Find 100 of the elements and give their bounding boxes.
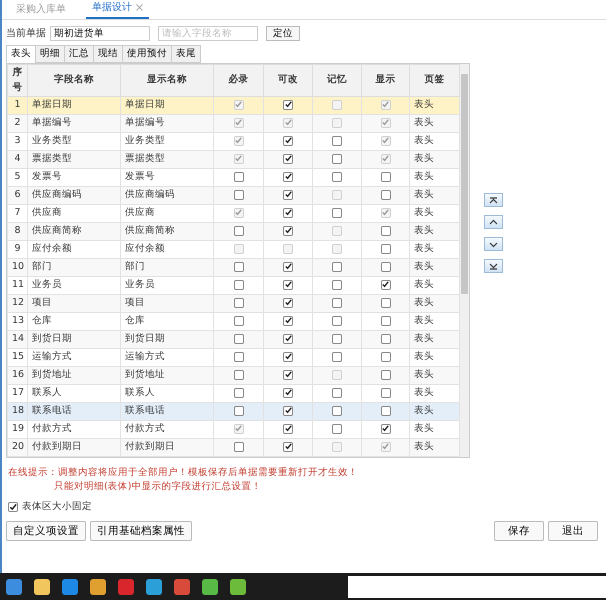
hint-label: 在线提示： (8, 466, 58, 478)
checkbox[interactable] (380, 334, 390, 344)
checkbox[interactable] (283, 442, 293, 452)
checkbox[interactable] (380, 352, 390, 362)
field-name-cell: 应付余额 (28, 240, 120, 258)
checkbox[interactable] (332, 262, 342, 272)
checkbox[interactable] (380, 190, 390, 200)
checkbox[interactable] (283, 226, 293, 236)
taskbar-search-field[interactable] (348, 576, 606, 598)
checkbox[interactable] (283, 172, 293, 182)
app-icon[interactable] (6, 578, 22, 594)
page-cell: 表头 (410, 294, 460, 312)
action-button[interactable]: 引用基础档案属性 (90, 520, 192, 540)
checkbox[interactable] (234, 370, 244, 380)
app-icon[interactable] (90, 578, 106, 594)
checkbox[interactable] (283, 424, 293, 434)
field-name-cell: 供应商 (28, 204, 120, 222)
section-tab[interactable]: 表尾 (171, 45, 201, 64)
checkbox[interactable] (380, 262, 390, 272)
checkbox[interactable] (332, 388, 342, 398)
checkbox[interactable] (234, 190, 244, 200)
checkbox[interactable] (283, 298, 293, 308)
checkbox[interactable] (380, 226, 390, 236)
checkbox[interactable] (283, 208, 293, 218)
display-name-cell: 供应商简称 (120, 222, 214, 240)
row-number: 10 (8, 258, 28, 276)
checkbox[interactable] (332, 280, 342, 290)
checkbox[interactable] (283, 388, 293, 398)
app-icon[interactable] (62, 578, 78, 594)
checkbox[interactable] (332, 406, 342, 416)
document-field[interactable]: 期初进货单 (50, 26, 150, 41)
checkbox[interactable] (234, 280, 244, 290)
action-button[interactable]: 退出 (548, 520, 598, 540)
close-icon[interactable] (136, 4, 143, 11)
checkbox[interactable] (234, 226, 244, 236)
checkbox[interactable] (283, 190, 293, 200)
checkbox[interactable] (283, 316, 293, 326)
checkbox[interactable] (234, 172, 244, 182)
checkbox[interactable] (283, 280, 293, 290)
section-tab[interactable]: 汇总 (64, 45, 94, 64)
checkbox[interactable] (283, 406, 293, 416)
checkbox[interactable] (332, 424, 342, 434)
checkbox[interactable] (234, 298, 244, 308)
section-tab[interactable]: 明细 (35, 45, 65, 64)
chevron-up-bar-icon (488, 196, 499, 205)
field-name-cell: 联系电话 (28, 402, 120, 420)
move-up-button[interactable] (484, 215, 503, 230)
move-down-button[interactable] (484, 237, 503, 252)
checkbox[interactable] (332, 136, 342, 146)
checkbox[interactable] (380, 316, 390, 326)
checkbox[interactable] (332, 334, 342, 344)
checkbox[interactable] (283, 262, 293, 272)
column-header: 序号 (8, 64, 28, 96)
checkbox[interactable] (234, 334, 244, 344)
checkbox[interactable] (8, 502, 18, 512)
checkbox[interactable] (380, 406, 390, 416)
move-to-top-button[interactable] (484, 193, 503, 208)
checkbox[interactable] (283, 352, 293, 362)
checkbox[interactable] (283, 136, 293, 146)
checkbox[interactable] (332, 352, 342, 362)
checkbox[interactable] (234, 352, 244, 362)
field-name-cell: 仓库 (28, 312, 120, 330)
checkbox[interactable] (380, 388, 390, 398)
checkbox[interactable] (332, 316, 342, 326)
checkbox[interactable] (332, 172, 342, 182)
checkbox[interactable] (380, 424, 390, 434)
checkbox[interactable] (283, 334, 293, 344)
checkbox[interactable] (234, 388, 244, 398)
display-name-cell: 应付余额 (120, 240, 214, 258)
locate-button[interactable]: 定位 (266, 26, 300, 41)
checkbox[interactable] (380, 298, 390, 308)
checkbox[interactable] (283, 100, 293, 110)
checkbox[interactable] (234, 262, 244, 272)
move-to-bottom-button[interactable] (484, 259, 503, 274)
app-icon[interactable] (230, 578, 246, 594)
checkbox[interactable] (283, 154, 293, 164)
checkbox[interactable] (332, 298, 342, 308)
field-search-input[interactable]: 请输入字段名称 (158, 26, 258, 41)
checkbox[interactable] (332, 154, 342, 164)
document-tab[interactable]: 单据设计 (86, 0, 149, 19)
checkbox[interactable] (380, 370, 390, 380)
checkbox[interactable] (332, 208, 342, 218)
section-tab[interactable]: 使用预付 (122, 45, 172, 64)
action-button[interactable]: 自定义项设置 (6, 520, 86, 540)
action-button[interactable]: 保存 (494, 520, 544, 540)
checkbox[interactable] (283, 370, 293, 380)
app-icon[interactable] (202, 578, 218, 594)
checkbox[interactable] (380, 280, 390, 290)
chevron-up-icon (488, 218, 499, 227)
app-icon[interactable] (34, 578, 50, 594)
checkbox[interactable] (234, 316, 244, 326)
row-number: 6 (8, 186, 28, 204)
section-tab[interactable]: 现结 (93, 45, 123, 64)
checkbox[interactable] (380, 244, 390, 254)
checkbox[interactable] (234, 406, 244, 416)
checkbox[interactable] (234, 442, 244, 452)
checkbox[interactable] (380, 172, 390, 182)
scrollbar[interactable] (460, 64, 469, 457)
app-icon[interactable] (146, 578, 162, 594)
section-tab[interactable]: 表头 (6, 45, 36, 64)
